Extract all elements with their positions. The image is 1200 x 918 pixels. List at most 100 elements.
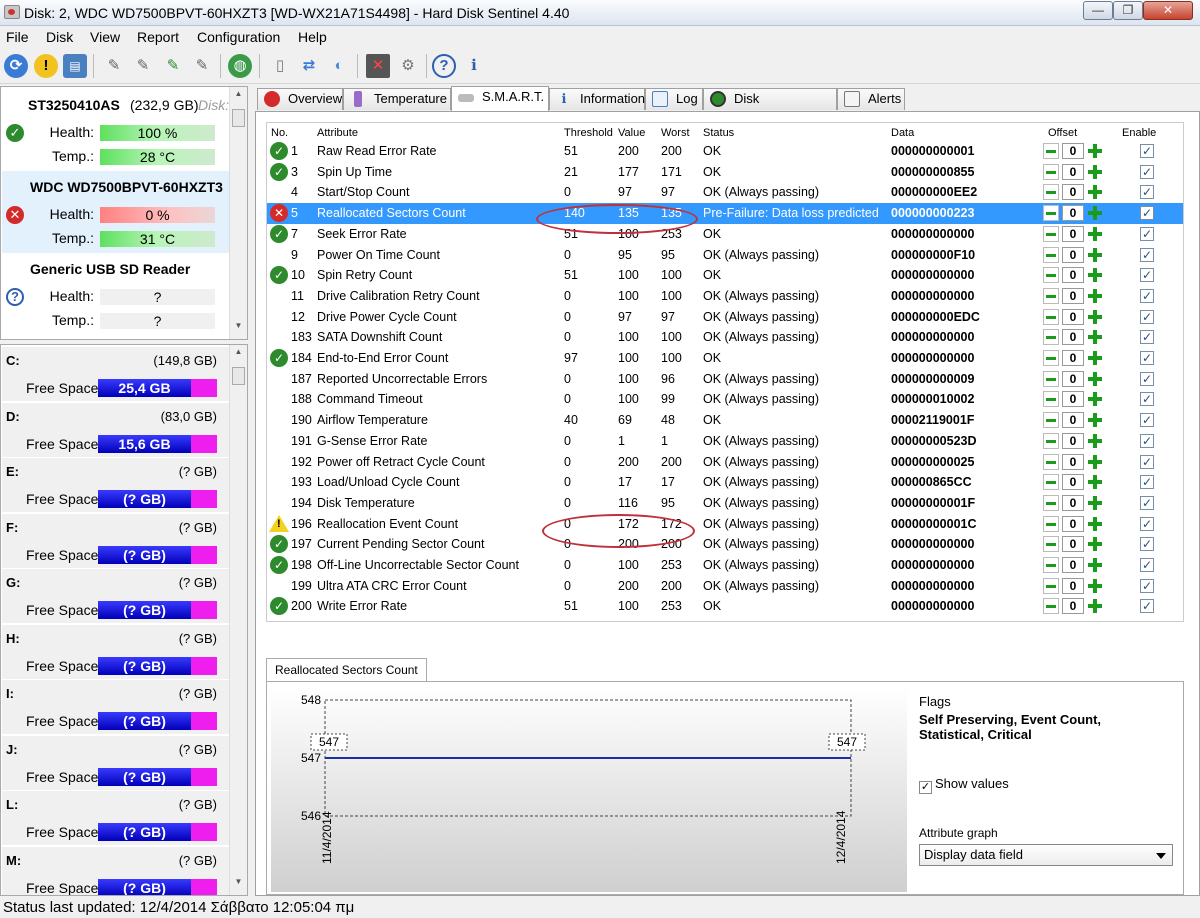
offset-stepper[interactable]: 0 — [1043, 184, 1107, 201]
disk-list-scrollbar[interactable]: ▲ ▼ — [229, 87, 247, 339]
minus-icon[interactable] — [1043, 474, 1059, 491]
offset-value[interactable]: 0 — [1062, 412, 1084, 429]
enable-checkbox[interactable]: ✓ — [1140, 185, 1154, 200]
tab-information[interactable]: ℹ Information — [549, 88, 645, 110]
offset-stepper[interactable]: 0 — [1043, 329, 1107, 346]
refresh-icon[interactable]: ⟳ — [4, 54, 28, 78]
minimize-button[interactable]: — — [1083, 1, 1113, 20]
report-icon[interactable]: ▤ — [63, 54, 87, 78]
column-header-value[interactable]: Value — [618, 127, 645, 139]
scroll-down-icon[interactable]: ▼ — [230, 321, 247, 337]
offset-stepper[interactable]: 0 — [1043, 598, 1107, 615]
table-row[interactable]: ✓ 3 Spin Up Time 21 177 171 OK 000000000855 0 ✓ — [267, 162, 1183, 183]
table-row[interactable]: 193 Load/Unload Cycle Count 0 17 17 OK (Alway… — [267, 472, 1183, 493]
offset-stepper[interactable]: 0 — [1043, 453, 1107, 470]
menu-disk[interactable]: Disk — [46, 29, 73, 45]
offset-value[interactable]: 0 — [1062, 598, 1084, 615]
minus-icon[interactable] — [1043, 163, 1059, 180]
minus-icon[interactable] — [1043, 557, 1059, 573]
drive-item[interactable]: J: (? GB) Free Space (? GB) — [2, 735, 229, 791]
drive-item[interactable]: D: (83,0 GB) Free Space 15,6 GB — [2, 402, 229, 458]
table-row[interactable]: ✓ 10 Spin Retry Count 51 100 100 OK 00000000000… — [267, 265, 1183, 286]
minus-icon[interactable] — [1043, 246, 1059, 263]
plus-icon[interactable] — [1087, 226, 1103, 242]
minus-icon[interactable] — [1043, 598, 1059, 615]
table-row[interactable]: 194 Disk Temperature 0 116 95 OK (Always pass… — [267, 493, 1183, 514]
offset-value[interactable]: 0 — [1062, 143, 1084, 159]
drive-item[interactable]: C: (149,8 GB) Free Space 25,4 GB — [2, 347, 229, 402]
offset-value[interactable]: 0 — [1062, 163, 1084, 180]
offset-value[interactable]: 0 — [1062, 453, 1084, 470]
test-icon[interactable]: ✎ — [102, 54, 126, 78]
offset-stepper[interactable]: 0 — [1043, 143, 1107, 159]
table-row[interactable]: 192 Power off Retract Cycle Count 0 200 200 O… — [267, 452, 1183, 473]
enable-checkbox[interactable]: ✓ — [1140, 454, 1154, 469]
plus-icon[interactable] — [1087, 247, 1103, 263]
enable-checkbox[interactable]: ✓ — [1140, 495, 1154, 510]
offset-value[interactable]: 0 — [1062, 225, 1084, 242]
offset-stepper[interactable]: 0 — [1043, 267, 1107, 284]
drive-item[interactable]: G: (? GB) Free Space (? GB) — [2, 569, 229, 624]
offset-stepper[interactable]: 0 — [1043, 350, 1107, 366]
tab-alerts[interactable]: Alerts — [837, 88, 905, 110]
enable-checkbox[interactable]: ✓ — [1140, 351, 1154, 365]
column-header-no[interactable]: No. — [271, 127, 288, 139]
offset-stepper[interactable]: 0 — [1043, 494, 1107, 511]
plus-icon[interactable] — [1087, 474, 1103, 490]
column-header-worst[interactable]: Worst — [661, 127, 690, 139]
minus-icon[interactable] — [1043, 536, 1059, 553]
plus-icon[interactable] — [1087, 143, 1103, 159]
plus-icon[interactable] — [1087, 371, 1103, 387]
plus-icon[interactable] — [1087, 329, 1103, 345]
column-header-offset[interactable]: Offset — [1048, 127, 1077, 139]
minus-icon[interactable] — [1043, 391, 1059, 408]
offset-stepper[interactable]: 0 — [1043, 225, 1107, 242]
offset-stepper[interactable]: 0 — [1043, 163, 1107, 180]
minus-icon[interactable] — [1043, 205, 1059, 222]
tab-smart[interactable]: S.M.A.R.T. — [451, 86, 549, 112]
enable-checkbox[interactable]: ✓ — [1140, 247, 1154, 262]
scroll-thumb[interactable] — [232, 109, 245, 127]
minus-icon[interactable] — [1043, 350, 1059, 366]
enable-checkbox[interactable]: ✓ — [1140, 288, 1154, 303]
column-header-attribute[interactable]: Attribute — [317, 127, 358, 139]
offset-stepper[interactable]: 0 — [1043, 536, 1107, 553]
drive-item[interactable]: F: (? GB) Free Space (? GB) — [2, 513, 229, 569]
minus-icon[interactable] — [1043, 329, 1059, 346]
minus-icon[interactable] — [1043, 577, 1059, 594]
offset-stepper[interactable]: 0 — [1043, 557, 1107, 573]
plus-icon[interactable] — [1087, 557, 1103, 573]
offset-value[interactable]: 0 — [1062, 370, 1084, 387]
table-row[interactable]: 12 Drive Power Cycle Count 0 97 97 OK (Always… — [267, 307, 1183, 328]
checkbox-icon[interactable]: ✓ — [919, 781, 932, 794]
backup-icon[interactable]: ◐ — [327, 54, 351, 78]
offset-stepper[interactable]: 0 — [1043, 308, 1107, 325]
disk-item-st3250410as[interactable]: ST3250410AS (232,9 GB) Disk: ✓ Health: 1… — [2, 89, 229, 171]
scroll-up-icon[interactable]: ▲ — [230, 89, 247, 105]
test-3-icon[interactable]: ✎ — [161, 54, 185, 78]
offset-stepper[interactable]: 0 — [1043, 205, 1107, 222]
disk-item-generic-usb-sd-reader[interactable]: Generic USB SD Reader ? Health: ? Temp.:… — [2, 253, 229, 335]
menu-configuration[interactable]: Configuration — [197, 29, 280, 45]
enable-checkbox[interactable]: ✓ — [1140, 516, 1154, 531]
sync-icon[interactable]: ⇄ — [297, 54, 321, 78]
plus-icon[interactable] — [1087, 598, 1103, 614]
enable-checkbox[interactable]: ✓ — [1140, 206, 1154, 221]
offset-stepper[interactable]: 0 — [1043, 287, 1107, 304]
enable-checkbox[interactable]: ✓ — [1140, 164, 1154, 179]
show-values-checkbox[interactable]: ✓ Show values — [919, 776, 1009, 794]
minus-icon[interactable] — [1043, 225, 1059, 242]
menu-view[interactable]: View — [90, 29, 120, 45]
offset-value[interactable]: 0 — [1062, 350, 1084, 366]
offset-value[interactable]: 0 — [1062, 432, 1084, 449]
table-row[interactable]: 199 Ultra ATA CRC Error Count 0 200 200 OK (A… — [267, 576, 1183, 597]
offset-value[interactable]: 0 — [1062, 205, 1084, 222]
column-header-status[interactable]: Status — [703, 127, 734, 139]
warning-icon[interactable]: ! — [34, 54, 58, 78]
offset-stepper[interactable]: 0 — [1043, 577, 1107, 594]
enable-checkbox[interactable]: ✓ — [1140, 268, 1154, 283]
scroll-up-icon[interactable]: ▲ — [230, 347, 247, 363]
enable-checkbox[interactable]: ✓ — [1140, 599, 1154, 614]
globe-icon[interactable]: ◍ — [228, 54, 252, 78]
enable-checkbox[interactable]: ✓ — [1140, 392, 1154, 407]
